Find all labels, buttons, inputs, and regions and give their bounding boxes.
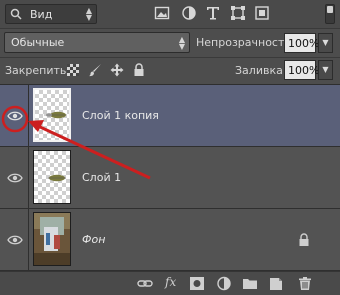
image-filter-icon[interactable]: [154, 5, 170, 21]
filter-toggle-switch[interactable]: [325, 4, 335, 24]
visibility-toggle[interactable]: [0, 147, 29, 208]
eye-icon: [7, 235, 23, 245]
lock-transparent-icon[interactable]: [66, 63, 80, 77]
adjustment-icon[interactable]: [216, 276, 232, 291]
eye-icon: [7, 173, 23, 183]
fx-icon[interactable]: fx: [165, 275, 176, 289]
opacity-label: Непрозрачность:: [196, 36, 295, 49]
lock-all-icon[interactable]: [132, 63, 146, 77]
lock-icon: [299, 233, 309, 246]
eye-icon: [7, 111, 23, 121]
mask-icon[interactable]: [189, 276, 205, 291]
trash-icon[interactable]: [297, 276, 313, 291]
shape-filter-icon[interactable]: [230, 5, 246, 21]
opacity-dropdown-button[interactable]: ▼: [318, 33, 333, 53]
layers-bottom-toolbar: fx: [0, 271, 340, 295]
text-filter-icon[interactable]: [205, 5, 221, 21]
lock-paint-icon[interactable]: [88, 63, 102, 77]
adjustment-filter-icon[interactable]: [181, 5, 197, 21]
layer-row-layer-1[interactable]: Слой 1: [0, 147, 340, 209]
blend-mode-select[interactable]: Обычные ▲ ▼: [4, 32, 190, 53]
feather-thumbnail-icon: [48, 174, 66, 182]
updown-arrows-icon: ▲ ▼: [178, 35, 185, 51]
fill-label: Заливка:: [235, 64, 287, 77]
photo-thumbnail-icon: [34, 213, 70, 265]
smart-object-filter-icon[interactable]: [254, 5, 270, 21]
layer-row-background[interactable]: Фон: [0, 209, 340, 271]
layer-name: Слой 1 копия: [82, 109, 159, 122]
layer-thumbnail: [33, 212, 71, 266]
new-layer-icon[interactable]: [268, 276, 284, 291]
link-icon[interactable]: [137, 276, 153, 291]
visibility-toggle[interactable]: [0, 209, 29, 270]
filter-kind-label: Вид: [30, 8, 53, 21]
blend-mode-value: Обычные: [11, 36, 65, 49]
feather-thumbnail-icon: [44, 111, 66, 119]
layer-thumbnail: [33, 88, 71, 142]
fill-dropdown-button[interactable]: ▼: [318, 60, 333, 80]
updown-arrows-icon: ▲ ▼: [85, 6, 92, 22]
fill-input[interactable]: 100%: [284, 60, 319, 80]
visibility-toggle[interactable]: [0, 85, 29, 146]
filter-kind-select[interactable]: Вид ▲ ▼: [5, 4, 97, 24]
search-icon: [10, 8, 22, 20]
layer-thumbnail: [33, 150, 71, 204]
filter-bar: Вид ▲ ▼: [0, 0, 340, 29]
lock-move-icon[interactable]: [110, 63, 124, 77]
blend-opacity-bar: Обычные ▲ ▼ Непрозрачность: 100% ▼: [0, 29, 340, 58]
layer-row-layer-1-copy[interactable]: Слой 1 копия: [0, 85, 340, 147]
lock-label: Закрепить:: [5, 64, 71, 77]
layers-list: Слой 1 копия Слой 1 Фон: [0, 85, 340, 271]
layers-panel: Вид ▲ ▼ Обычные ▲ ▼ Непрозрачность: 100%…: [0, 0, 340, 295]
opacity-input[interactable]: 100%: [284, 33, 319, 53]
layer-name: Слой 1: [82, 171, 122, 184]
lock-fill-bar: Закрепить: Заливка: 100% ▼: [0, 58, 340, 85]
layer-name: Фон: [82, 233, 106, 246]
folder-icon[interactable]: [242, 276, 258, 291]
